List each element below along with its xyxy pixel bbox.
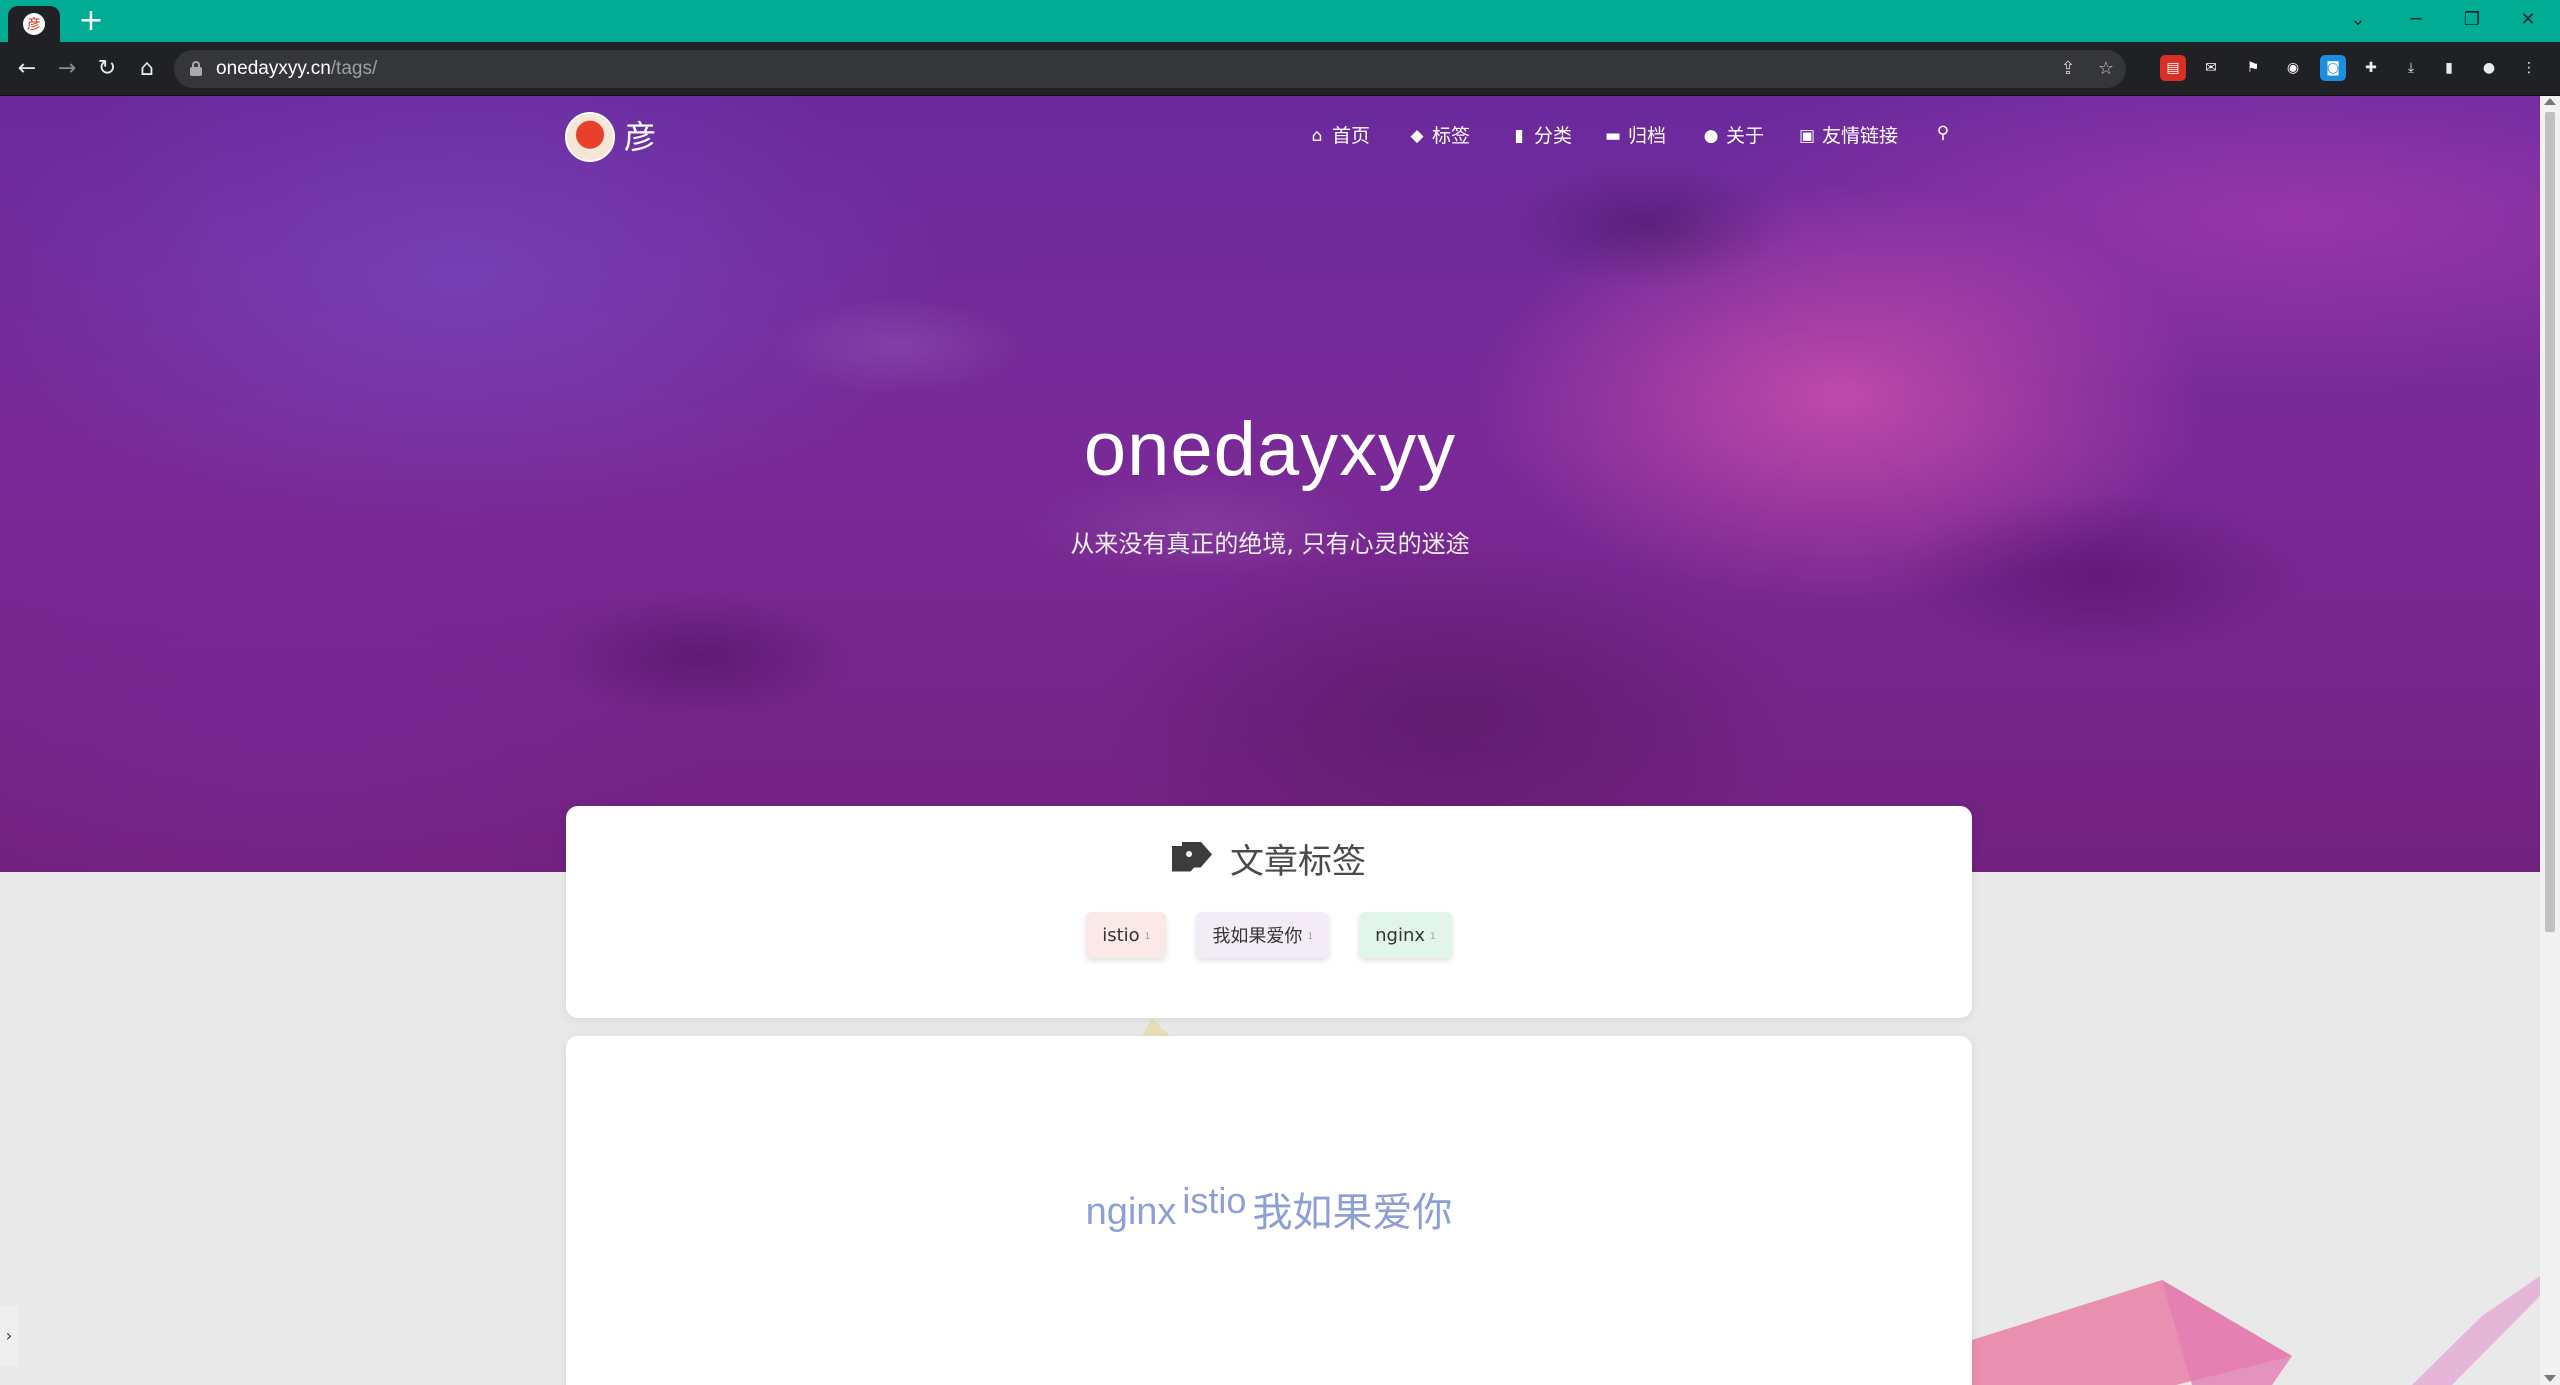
scroll-down-arrow-icon[interactable] xyxy=(2544,1375,2556,1382)
site-logo-text[interactable]: 彦 xyxy=(624,116,656,158)
lock-icon[interactable] xyxy=(190,61,202,76)
tag-list: istio 1 我如果爱你 1 nginx 1 xyxy=(566,912,1972,958)
tag-cloud-card: nginx istio 我如果爱你 xyxy=(566,1036,1972,1385)
forward-button[interactable]: → xyxy=(50,52,84,86)
tag-cloud: nginx istio 我如果爱你 xyxy=(566,1176,1972,1235)
nav-label: 首页 xyxy=(1332,125,1371,147)
nav-label: 标签 xyxy=(1432,125,1471,147)
tags-card-title-text: 文章标签 xyxy=(1230,842,1366,882)
ext-badge-icon[interactable]: ⚑ xyxy=(2240,55,2266,81)
user-circle-icon: ● xyxy=(1703,126,1719,146)
ext-blue-icon[interactable]: ◙ xyxy=(2320,55,2346,81)
download-icon[interactable]: ⤓ xyxy=(2398,55,2424,81)
tags-card-title: 文章标签 xyxy=(566,834,1972,883)
tags-icon: ◆ xyxy=(1410,126,1424,146)
nav-item-friend-links[interactable]: ▣ 友情链接 xyxy=(1798,124,1898,148)
nav-label: 分类 xyxy=(1534,125,1573,147)
tag-label: nginx xyxy=(1375,924,1426,946)
nav-item-categories[interactable]: ▮ 分类 xyxy=(1510,124,1572,148)
reload-button[interactable]: ↻ xyxy=(90,52,124,86)
bookmark-star-icon[interactable]: ☆ xyxy=(2092,55,2120,83)
address-book-icon: ▣ xyxy=(1798,126,1816,146)
site-logo-avatar[interactable] xyxy=(565,112,615,162)
extensions-puzzle-icon[interactable]: ✚ xyxy=(2358,55,2384,81)
url-text[interactable]: onedayxyy.cn/tags/ xyxy=(216,50,377,88)
minimize-button[interactable]: ─ xyxy=(2388,0,2444,38)
decorative-ribbon xyxy=(1972,1276,2540,1385)
scroll-up-arrow-icon[interactable] xyxy=(2544,98,2556,105)
profile-icon[interactable]: ● xyxy=(2476,55,2502,81)
nav-label: 友情链接 xyxy=(1822,125,1899,147)
home-icon: ⌂ xyxy=(1311,126,1323,146)
nav-label: 关于 xyxy=(1726,125,1765,147)
close-window-button[interactable]: ✕ xyxy=(2500,0,2556,38)
home-button[interactable]: ⌂ xyxy=(130,52,164,86)
browser-tab-strip: 彦 + ⌄ ─ ❐ ✕ xyxy=(0,0,2560,42)
url-path: /tags/ xyxy=(330,58,378,79)
share-icon[interactable]: ⇪ xyxy=(2054,55,2082,83)
restore-button[interactable]: ❐ xyxy=(2444,0,2500,38)
tag-label: istio xyxy=(1102,924,1140,946)
back-button[interactable]: ← xyxy=(10,52,44,86)
tag-cloud-link[interactable]: 我如果爱你 xyxy=(1252,1180,1452,1238)
address-bar[interactable]: onedayxyy.cn/tags/ ⇪ ☆ xyxy=(174,50,2126,88)
nav-item-archive[interactable]: ▬ 归档 xyxy=(1604,124,1666,148)
menu-kebab-icon[interactable]: ⋮ xyxy=(2516,55,2542,81)
ext-red-icon[interactable]: ▤ xyxy=(2160,55,2186,81)
nav-label: 归档 xyxy=(1628,125,1667,147)
tag-chip-我如果爱你[interactable]: 我如果爱你 1 xyxy=(1196,912,1330,958)
site-title: onedayxyy xyxy=(1083,407,1457,492)
tab-search-dropdown-icon[interactable]: ⌄ xyxy=(2330,0,2386,38)
ext-camera-icon[interactable]: ◉ xyxy=(2280,55,2306,81)
browser-tab[interactable]: 彦 xyxy=(8,6,60,42)
tags-icon xyxy=(1172,841,1214,876)
tag-count: 1 xyxy=(1307,932,1314,942)
tag-label: 我如果爱你 xyxy=(1212,926,1303,947)
tag-cloud-link[interactable]: nginx xyxy=(1086,1191,1177,1234)
nav-item-home[interactable]: ⌂ 首页 xyxy=(1308,124,1370,148)
archive-icon: ▬ xyxy=(1604,126,1622,146)
web-page: 彦 ⌂ 首页 ◆ 标签 ▮ 分类 ▬ 归档 ● 关于 ▣ 友情链接 ⚲ onedayxyy … xyxy=(0,96,2540,1385)
nav-item-about[interactable]: ● 关于 xyxy=(1702,124,1764,148)
site-subtitle: 从来没有真正的绝境, 只有心灵的迷途 xyxy=(1070,530,1470,558)
tag-chip-nginx[interactable]: nginx 1 xyxy=(1359,912,1452,958)
new-tab-button[interactable]: + xyxy=(74,4,108,38)
tag-chip-istio[interactable]: istio 1 xyxy=(1086,912,1167,958)
hero-banner: 彦 ⌂ 首页 ◆ 标签 ▮ 分类 ▬ 归档 ● 关于 ▣ 友情链接 ⚲ onedayxyy … xyxy=(0,96,2540,872)
side-toggle-button[interactable]: › xyxy=(0,1306,18,1366)
tag-count: 1 xyxy=(1144,932,1151,942)
nav-item-tags[interactable]: ◆ 标签 xyxy=(1408,124,1470,148)
tags-card: 文章标签 istio 1 我如果爱你 1 nginx 1 xyxy=(566,806,1972,1018)
search-button[interactable]: ⚲ xyxy=(1934,124,1952,142)
ext-message-icon[interactable]: ✉ xyxy=(2198,55,2224,81)
tab-favicon-icon: 彦 xyxy=(23,13,45,35)
page-scrollbar[interactable] xyxy=(2540,96,2560,1385)
url-host: onedayxyy.cn xyxy=(216,58,331,79)
bookmark-icon: ▮ xyxy=(1514,126,1524,146)
side-panel-icon[interactable]: ▮ xyxy=(2436,55,2462,81)
tag-cloud-link[interactable]: istio xyxy=(1182,1180,1246,1222)
decorative-triangle xyxy=(1142,1018,1170,1036)
search-icon: ⚲ xyxy=(1936,123,1950,143)
tag-count: 1 xyxy=(1430,932,1436,942)
scrollbar-thumb[interactable] xyxy=(2545,112,2555,932)
